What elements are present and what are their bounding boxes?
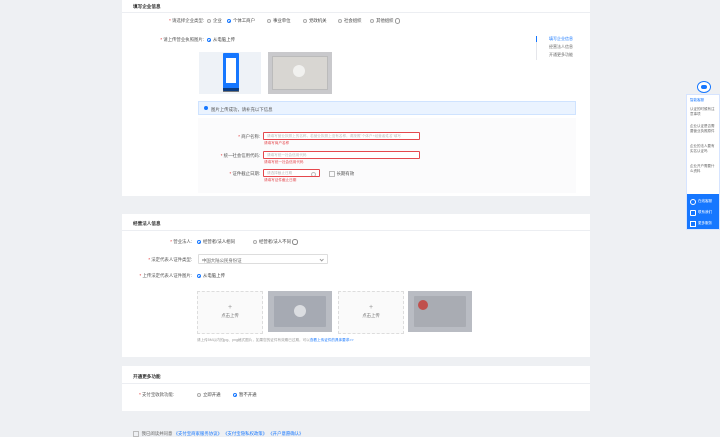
radio-government[interactable]: 党政机关 <box>303 18 327 24</box>
license-uploaded-image[interactable] <box>199 52 261 94</box>
plus-icon: + <box>227 304 233 311</box>
faq-item[interactable]: 企业的法人要有实名认证吗 <box>690 144 717 154</box>
expire-date-input[interactable]: 请选择截止日期 <box>263 169 320 177</box>
license-label: * 请上传营业执照图片: <box>160 37 204 42</box>
company-info-card: 填写企业信息 * 请选择企业类型: 企业 个体工商户 事业单位 党政机关 社会组… <box>122 0 590 196</box>
radio-social-org[interactable]: 社会组织 <box>338 18 362 24</box>
info-icon <box>204 106 209 111</box>
contact-us-button[interactable]: 联系我们 <box>687 207 719 217</box>
legal-person-label: * 营业法人: <box>170 239 192 244</box>
radio-enterprise[interactable]: 企业 <box>207 18 222 24</box>
section-title: 经营法人信息 <box>133 221 161 226</box>
upload-from-computer[interactable]: 从电脑上传 <box>207 37 235 43</box>
help-icon[interactable] <box>394 18 401 24</box>
chevron-down-icon <box>318 256 324 262</box>
faq-item[interactable]: 企业开户需要什么资料 <box>690 164 717 174</box>
id-back-upload[interactable]: + 点击上传 <box>338 291 404 334</box>
radio-different-person[interactable]: 经营者/法人不同 <box>253 239 298 245</box>
section-title: 开通更多功能 <box>133 374 161 379</box>
phone-icon <box>690 210 696 216</box>
service-agreement-link[interactable]: 《支付宝商家服务协议》 <box>174 431 222 436</box>
national-emblem-icon <box>418 300 428 310</box>
nav-item-legal-person[interactable]: 经营法人信息 <box>549 44 573 50</box>
id-type-select[interactable]: 中国大陆公民身份证 <box>198 254 328 264</box>
calendar-icon <box>311 172 316 176</box>
id-back-sample <box>408 291 472 332</box>
merchant-name-error: 请填写商户名称 <box>264 141 290 145</box>
privacy-policy-link[interactable]: 《支付宝隐私权政策》 <box>223 431 267 436</box>
radio-individual[interactable]: 个体工商户 <box>227 18 255 24</box>
plus-icon: + <box>368 304 374 311</box>
panel-title: 智能客服 <box>690 98 704 102</box>
credit-code-input[interactable]: 请填写统一社会信用代码 <box>263 151 420 159</box>
radio-not-now[interactable]: 暂不开通 <box>233 392 257 398</box>
info-form-area: * 商户名称: 请填写营业执照上的名称，若营业执照上没有名称，请按照"个体户+经… <box>198 118 576 193</box>
radio-same-person[interactable]: 经营者/法人相同 <box>197 239 235 245</box>
upload-from-computer[interactable]: 从电脑上传 <box>197 273 225 279</box>
license-sample-image <box>268 52 332 94</box>
subject-type-label: * 请选择企业类型: <box>169 18 204 23</box>
grid-icon <box>690 221 696 227</box>
merchant-name-input[interactable]: 请填写营业执照上的名称，若营业执照上没有名称，请按照"个体户+经营者姓名"填写 <box>263 132 420 140</box>
uploaded-overlay <box>223 88 239 92</box>
expire-label: * 证件截止日期: <box>229 171 260 176</box>
faq-item[interactable]: 企业认证是否需要营业执照原件 <box>690 124 717 134</box>
radio-open-now[interactable]: 立即开通 <box>197 392 221 398</box>
id-upload-label: * 上传法定代表人证件图片: <box>139 273 192 278</box>
requirements-link[interactable]: 查看上传证件的具体要求>> <box>310 338 354 342</box>
id-type-label: * 法定代表人证件类型: <box>148 257 192 262</box>
expire-error: 请填写证件截止日期 <box>264 178 297 182</box>
panel-actions: 在线客服 联系我们 更多服务 <box>687 194 719 229</box>
merchant-name-label: * 商户名称: <box>238 134 260 139</box>
id-front-upload[interactable]: + 点击上传 <box>197 291 263 334</box>
agree-checkbox[interactable] <box>133 431 139 437</box>
more-features-card: 开通更多功能 * 支付宝收款功能: 立即开通 暂不开通 <box>122 366 590 411</box>
alipay-feature-label: * 支付宝收款功能: <box>139 392 174 397</box>
account-intent-link[interactable]: 《开户意愿确认》 <box>268 431 303 436</box>
long-term-checkbox[interactable]: 长期有效 <box>329 171 354 177</box>
license-sample-icon <box>223 53 239 91</box>
headset-icon <box>690 199 696 205</box>
sample-watermark-icon <box>294 305 306 317</box>
radio-other-org[interactable]: 其他组织 <box>370 18 401 24</box>
faq-item[interactable]: 认证的时候有注意事项 <box>690 107 717 117</box>
nav-item-more-features[interactable]: 开通更多功能 <box>549 52 573 58</box>
radio-institution[interactable]: 事业单位 <box>267 18 291 24</box>
nav-item-company-info[interactable]: 填写企业信息 <box>549 36 573 42</box>
agreement-row: 我已阅读并同意 《支付宝商家服务协议》 《支付宝隐私权政策》 《开户意愿确认》 <box>133 431 303 437</box>
credit-code-label: * 统一社会信用代码: <box>220 153 260 158</box>
smart-service-panel: 智能客服 认证的时候有注意事项 企业认证是否需要营业执照原件 企业的法人要有实名… <box>686 94 720 230</box>
legal-person-card: 经营法人信息 * 营业法人: 经营者/法人相同 经营者/法人不同 * 法定代表人… <box>122 214 590 357</box>
sample-watermark-icon <box>293 65 305 77</box>
section-title: 填写企业信息 <box>133 4 161 9</box>
more-services-button[interactable]: 更多服务 <box>687 218 719 228</box>
credit-code-error: 请填写统一社会信用代码 <box>264 160 304 164</box>
id-front-sample <box>268 291 332 332</box>
online-service-button[interactable]: 在线客服 <box>687 196 719 206</box>
notice-bar: 图片上传成功，请补充以下信息 <box>198 101 576 115</box>
upload-hint: 请上传5M以内的jpg、png格式图片，如果您的证件有效期已过期，可以查看上传证… <box>197 338 354 342</box>
refresh-icon[interactable] <box>292 239 298 245</box>
